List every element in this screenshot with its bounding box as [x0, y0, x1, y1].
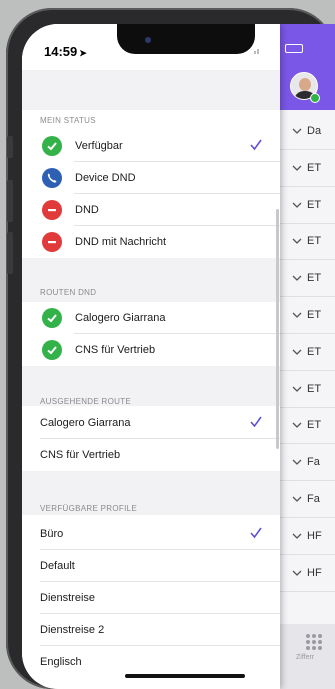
status-item-label: Device DND — [75, 172, 136, 184]
route-dnd-item[interactable]: CNS für Vertrieb — [22, 334, 280, 366]
screen: Da ET ET ET ET ET ET ET ET Fa Fa HF HF Zifferr 14:59… — [22, 24, 335, 689]
background-list-label: Da — [307, 125, 322, 137]
minus-circle-icon — [42, 200, 62, 220]
check-circle-icon — [42, 340, 62, 360]
location-arrow-icon: ➤ — [79, 48, 87, 58]
profile-item[interactable]: Default — [22, 550, 280, 582]
status-drawer: MEIN STATUS Verfügbar Device DND DND DND… — [22, 24, 280, 689]
background-list-row[interactable]: ET — [280, 334, 335, 371]
background-list-row[interactable]: ET — [280, 407, 335, 445]
chevron-down-icon — [292, 128, 302, 134]
checkmark-icon — [250, 527, 262, 539]
section-label-mein-status: MEIN STATUS — [40, 116, 96, 125]
background-list-row[interactable]: ET — [280, 260, 335, 298]
background-list-label: ET — [307, 382, 322, 395]
status-item-dnd[interactable]: DND — [22, 194, 280, 226]
background-list-label: HF — [307, 566, 322, 579]
outgoing-route-label: Calogero Giarrana — [40, 417, 131, 429]
profile-label: Dienstreise 2 — [40, 624, 105, 636]
background-list-label: ET — [307, 198, 322, 211]
profile-label: Büro — [40, 528, 64, 540]
section-label-verfuegbare-profile: VERFÜGBARE PROFILE — [40, 504, 137, 513]
section-label-ausgehende-route: AUSGEHENDE ROUTE — [40, 397, 132, 406]
background-list-label: ET — [307, 309, 322, 321]
checkmark-icon — [250, 139, 262, 151]
background-list-row[interactable]: Fa — [280, 444, 335, 482]
header-bar — [280, 24, 335, 110]
system-icons — [254, 44, 303, 54]
profile-label: Englisch — [40, 656, 82, 668]
profile-item[interactable]: Dienstreise 2 — [22, 614, 280, 646]
drawer-scrollbar[interactable] — [276, 209, 279, 449]
outgoing-route-item[interactable]: Calogero Giarrana — [22, 407, 280, 439]
profile-label: Dienstreise — [40, 592, 96, 604]
check-circle-icon — [42, 308, 62, 328]
volume-up-button — [7, 180, 13, 222]
background-list-row[interactable]: ET — [280, 297, 335, 334]
notch — [117, 24, 255, 54]
chevron-down-icon — [292, 165, 302, 171]
background-list-row[interactable]: Da — [280, 113, 335, 150]
background-list-label: Fa — [307, 493, 320, 505]
outgoing-route-label: CNS für Vertrieb — [40, 449, 121, 461]
status-item-label: DND — [75, 204, 99, 216]
wifi-icon — [270, 45, 280, 53]
chevron-down-icon — [292, 349, 302, 355]
background-list-row[interactable]: Fa — [280, 481, 335, 518]
background-list-label: ET — [307, 419, 322, 432]
checkmark-icon — [250, 416, 262, 428]
background-list-label: ET — [307, 161, 322, 174]
status-badge — [310, 93, 320, 103]
background-list-label: Fa — [307, 456, 320, 469]
route-dnd-item[interactable]: Calogero Giarrana — [22, 302, 280, 334]
route-dnd-label: Calogero Giarrana — [75, 312, 166, 324]
background-list-label: HF — [307, 529, 322, 542]
volume-down-button — [7, 232, 13, 274]
chevron-down-icon — [292, 570, 302, 576]
phone-icon — [42, 168, 62, 188]
home-indicator[interactable] — [125, 674, 245, 678]
signal-icon — [254, 44, 265, 54]
status-item-verfuegbar[interactable]: Verfügbar — [22, 130, 280, 162]
chevron-down-icon — [292, 312, 302, 318]
chevron-down-icon — [292, 496, 302, 502]
chevron-down-icon — [292, 238, 302, 245]
profile-item[interactable]: Büro — [22, 518, 280, 550]
battery-icon — [285, 44, 303, 53]
background-list-panel: Da ET ET ET ET ET ET ET ET Fa Fa HF HF Zifferr — [280, 24, 335, 689]
dialpad-icon — [306, 634, 322, 650]
mute-switch — [7, 136, 13, 158]
background-list-label: ET — [307, 345, 322, 358]
background-list-row[interactable]: ET — [280, 223, 335, 261]
profile-item[interactable]: Dienstreise — [22, 582, 280, 614]
status-item-dnd-mit-nachricht[interactable]: DND mit Nachricht — [22, 226, 280, 258]
background-list-label: ET — [307, 272, 322, 285]
chevron-down-icon — [292, 275, 302, 282]
section-label-routen-dnd: ROUTEN DND — [40, 288, 97, 297]
minus-circle-icon — [42, 232, 62, 252]
phone-frame: Da ET ET ET ET ET ET ET ET Fa Fa HF HF Zifferr 14:59… — [6, 8, 335, 689]
background-list-row[interactable]: ET — [280, 150, 335, 187]
status-time: 14:59 ➤ — [44, 44, 87, 59]
chevron-down-icon — [292, 202, 302, 208]
dialpad-tab[interactable]: Zifferr — [280, 624, 335, 689]
chevron-down-icon — [292, 422, 302, 429]
chevron-down-icon — [292, 459, 302, 466]
check-circle-icon — [42, 136, 62, 156]
dialpad-tab-label: Zifferr — [296, 654, 315, 661]
background-list-label: ET — [307, 235, 322, 248]
profile-label: Default — [40, 560, 75, 572]
background-list-row[interactable]: HF — [280, 518, 335, 555]
chevron-down-icon — [292, 533, 302, 539]
background-list-row[interactable]: HF — [280, 555, 335, 592]
chevron-down-icon — [292, 386, 302, 392]
status-item-device-dnd[interactable]: Device DND — [22, 162, 280, 194]
status-item-label: DND mit Nachricht — [75, 236, 167, 248]
background-list-row[interactable]: ET — [280, 371, 335, 408]
status-item-label: Verfügbar — [75, 140, 123, 152]
outgoing-route-item[interactable]: CNS für Vertrieb — [22, 439, 280, 471]
route-dnd-label: CNS für Vertrieb — [75, 344, 156, 356]
background-list-row[interactable]: ET — [280, 187, 335, 224]
